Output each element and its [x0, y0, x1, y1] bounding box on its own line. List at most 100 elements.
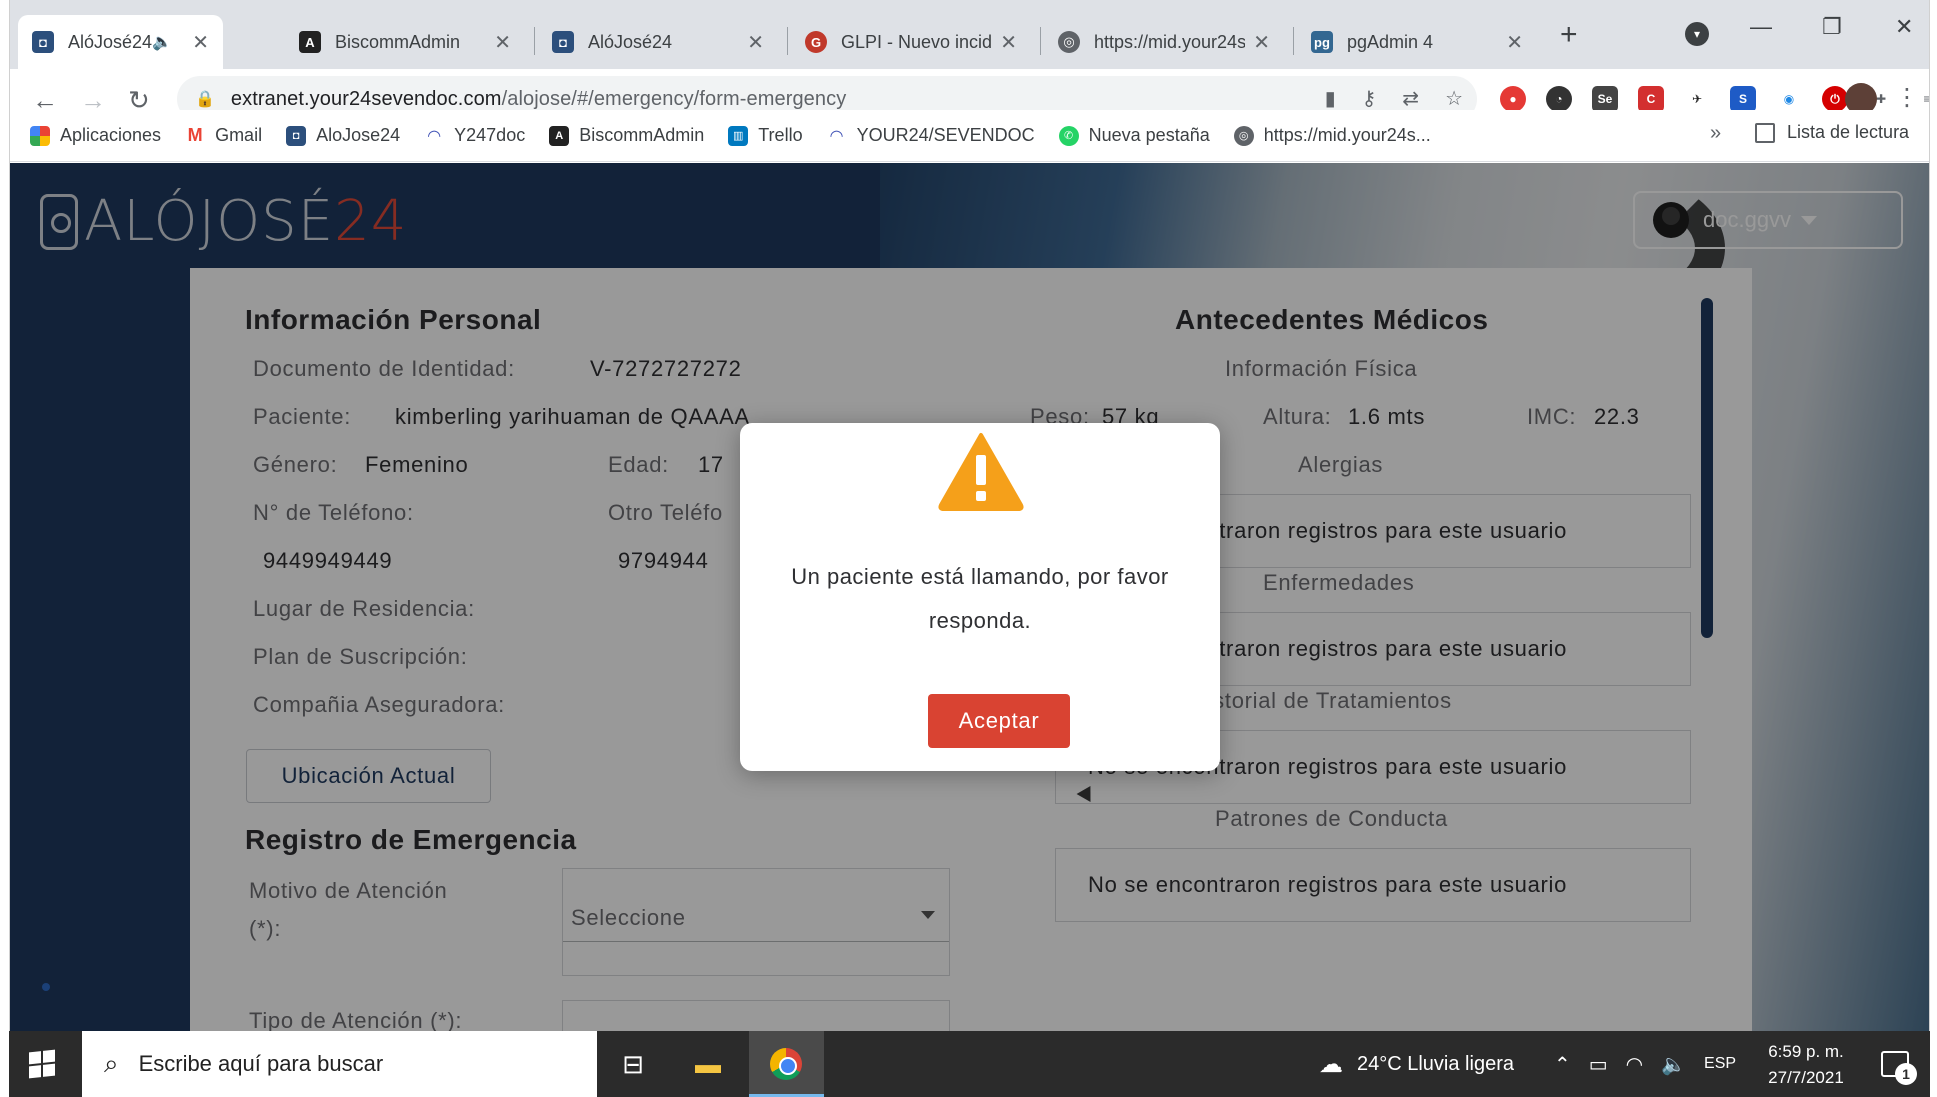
speaker-icon[interactable]: 🔈: [152, 32, 172, 52]
tab-glpi[interactable]: G GLPI - Nuevo incide ✕: [791, 15, 1031, 69]
globe-favicon-icon: ◎: [1058, 31, 1080, 53]
tab-separator: [534, 27, 535, 55]
globe-icon: ◎: [1233, 125, 1254, 146]
warning-icon: [938, 433, 1024, 511]
weather-widget[interactable]: ☁ 24°C Lluvia ligera: [1319, 1031, 1514, 1097]
lock-icon[interactable]: 🔒: [195, 89, 215, 109]
taskbar-search[interactable]: ⌕ Escribe aquí para buscar: [82, 1031, 597, 1097]
tab-alojose[interactable]: ◘ AlóJosé24 ✕: [538, 15, 778, 69]
close-tab-icon[interactable]: ✕: [747, 30, 764, 55]
browser-window: ◘ AlóJosé24 🔈 ✕ A BiscommAdmin ✕ ◘ AlóJo…: [9, 0, 1930, 1031]
bookmark-label: BiscommAdmin: [579, 125, 705, 145]
wifi-icon[interactable]: ◠: [1626, 1052, 1643, 1077]
bookmark-y247doc[interactable]: ◠ Y247doc: [424, 125, 525, 146]
bookmark-trello[interactable]: ▥ Trello: [728, 125, 803, 146]
reading-list-label: Lista de lectura: [1787, 122, 1910, 142]
reading-list-icon: [1755, 122, 1775, 143]
key-icon[interactable]: ⚷: [1362, 86, 1377, 111]
close-tab-icon[interactable]: ✕: [494, 30, 511, 55]
url-host: extranet.your24sevendoc.com: [230, 87, 502, 110]
pgadmin-favicon-icon: pg: [1311, 31, 1333, 53]
windows-taskbar: ⌕ Escribe aquí para buscar ⊟ ▬ ☁ 24°C Ll…: [9, 1031, 1930, 1097]
bookmark-aplicaciones[interactable]: Aplicaciones: [30, 125, 161, 146]
search-icon: ⌕: [104, 1048, 119, 1078]
ext-sof-icon[interactable]: S: [1730, 86, 1756, 112]
battery-icon[interactable]: ▭: [1589, 1052, 1608, 1077]
ext-red-icon[interactable]: ●: [1500, 86, 1526, 112]
bookmark-your24-sevendoc[interactable]: ◠ YOUR24/SEVENDOC: [826, 125, 1035, 146]
bookmark-label: Gmail: [215, 125, 263, 145]
tab-pgadmin[interactable]: pg pgAdmin 4 ✕: [1297, 15, 1537, 69]
tab-search-icon[interactable]: ▾: [1685, 22, 1709, 46]
tray-chevron-icon[interactable]: ⌃: [1554, 1052, 1571, 1077]
reading-list-button[interactable]: Lista de lectura: [1755, 122, 1909, 143]
alojose-icon: ◘: [286, 125, 307, 146]
tab-separator: [1293, 27, 1294, 55]
incoming-call-dialog: Un paciente está llamando, por favor res…: [740, 423, 1220, 771]
ext-circle-icon[interactable]: ◉: [1776, 86, 1802, 112]
accept-button[interactable]: Aceptar: [928, 694, 1070, 748]
chrome-icon[interactable]: [767, 1045, 805, 1083]
windows-start-icon[interactable]: [29, 1049, 55, 1079]
y247-icon: ◠: [424, 125, 445, 146]
bookmark-gmail[interactable]: M Gmail: [185, 125, 262, 146]
bookmark-label: Nueva pestaña: [1088, 125, 1210, 145]
tab-title: AlóJosé24: [68, 31, 153, 52]
ext-arrow-icon[interactable]: ✈: [1684, 86, 1710, 112]
tab-biscommadmin[interactable]: A BiscommAdmin ✕: [285, 15, 525, 69]
angular-favicon-icon: A: [299, 31, 321, 53]
close-tab-icon[interactable]: ✕: [1000, 30, 1017, 55]
dialog-message: Un paciente está llamando, por favor res…: [791, 564, 1169, 633]
bookmark-star-icon[interactable]: ☆: [1445, 86, 1463, 111]
menu-dots-icon[interactable]: ⋮: [1895, 83, 1919, 112]
bookmark-label: Aplicaciones: [60, 125, 162, 145]
camera-icon[interactable]: ▮: [1325, 86, 1336, 111]
close-tab-icon[interactable]: ✕: [192, 30, 209, 55]
url-path: /alojose/#/emergency/form-emergency: [501, 87, 847, 110]
new-tab-button[interactable]: +: [1560, 18, 1578, 52]
clock[interactable]: 6:59 p. m. 27/7/2021: [1751, 1039, 1861, 1091]
language-indicator[interactable]: ESP: [1704, 1055, 1736, 1073]
ext-cx-icon[interactable]: C: [1638, 86, 1664, 112]
cloud-rain-icon: ☁: [1319, 1050, 1343, 1078]
bookmark-label: YOUR24/SEVENDOC: [856, 125, 1035, 145]
tab-alojose-active[interactable]: ◘ AlóJosé24 🔈 ✕: [18, 15, 223, 69]
bookmark-alojose24[interactable]: ◘ AloJose24: [286, 125, 400, 146]
minimize-icon[interactable]: —: [1750, 14, 1772, 40]
task-view-icon[interactable]: ⊟: [614, 1045, 652, 1083]
trello-icon: ▥: [728, 125, 749, 146]
omnibox-icons: ▮ ⚷ ⇄ ☆: [1325, 86, 1463, 111]
volume-icon[interactable]: 🔈: [1661, 1052, 1686, 1077]
bookmark-mid-your24[interactable]: ◎ https://mid.your24s...: [1233, 125, 1431, 146]
angular-icon: A: [549, 125, 570, 146]
tab-separator: [787, 27, 788, 55]
weather-text: 24°C Lluvia ligera: [1357, 1052, 1514, 1075]
tab-title: pgAdmin 4: [1347, 31, 1434, 52]
bookmark-nueva-pestana[interactable]: ✆ Nueva pestaña: [1058, 125, 1210, 146]
url-text: extranet.your24sevendoc.com/alojose/#/em…: [231, 88, 846, 111]
bookmark-biscommadmin[interactable]: A BiscommAdmin: [549, 125, 704, 146]
bookmarks-more-button[interactable]: »: [1710, 122, 1721, 145]
tab-title: BiscommAdmin: [335, 31, 461, 52]
bookmark-label: https://mid.your24s...: [1263, 125, 1431, 145]
tab-mid-your24[interactable]: ◎ https://mid.your24s ✕: [1044, 15, 1284, 69]
close-window-icon[interactable]: ✕: [1895, 14, 1913, 40]
translate-icon[interactable]: ⇄: [1402, 86, 1419, 111]
notification-count-badge: 1: [1895, 1063, 1917, 1085]
bookmark-label: Trello: [758, 125, 803, 145]
file-explorer-icon[interactable]: ▬: [689, 1045, 727, 1083]
page-content: ALÓJOSÉ24 doc.ggvv Información Personal …: [10, 163, 1929, 1031]
restore-icon[interactable]: ❐: [1822, 14, 1842, 40]
clock-date: 27/7/2021: [1768, 1068, 1844, 1087]
tab-separator: [1040, 27, 1041, 55]
close-tab-icon[interactable]: ✕: [1253, 30, 1270, 55]
selenium-icon[interactable]: Se: [1592, 86, 1618, 112]
close-tab-icon[interactable]: ✕: [1506, 30, 1523, 55]
gmail-icon: M: [185, 125, 206, 146]
bookmark-label: AloJose24: [316, 125, 401, 145]
alojose-favicon-icon: ◘: [552, 31, 574, 53]
ext-clock-icon[interactable]: ◔: [1546, 86, 1572, 112]
glpi-favicon-icon: G: [805, 31, 827, 53]
your24-icon: ◠: [826, 125, 847, 146]
system-tray: ⌃ ▭ ◠ 🔈 ESP: [1554, 1031, 1736, 1097]
